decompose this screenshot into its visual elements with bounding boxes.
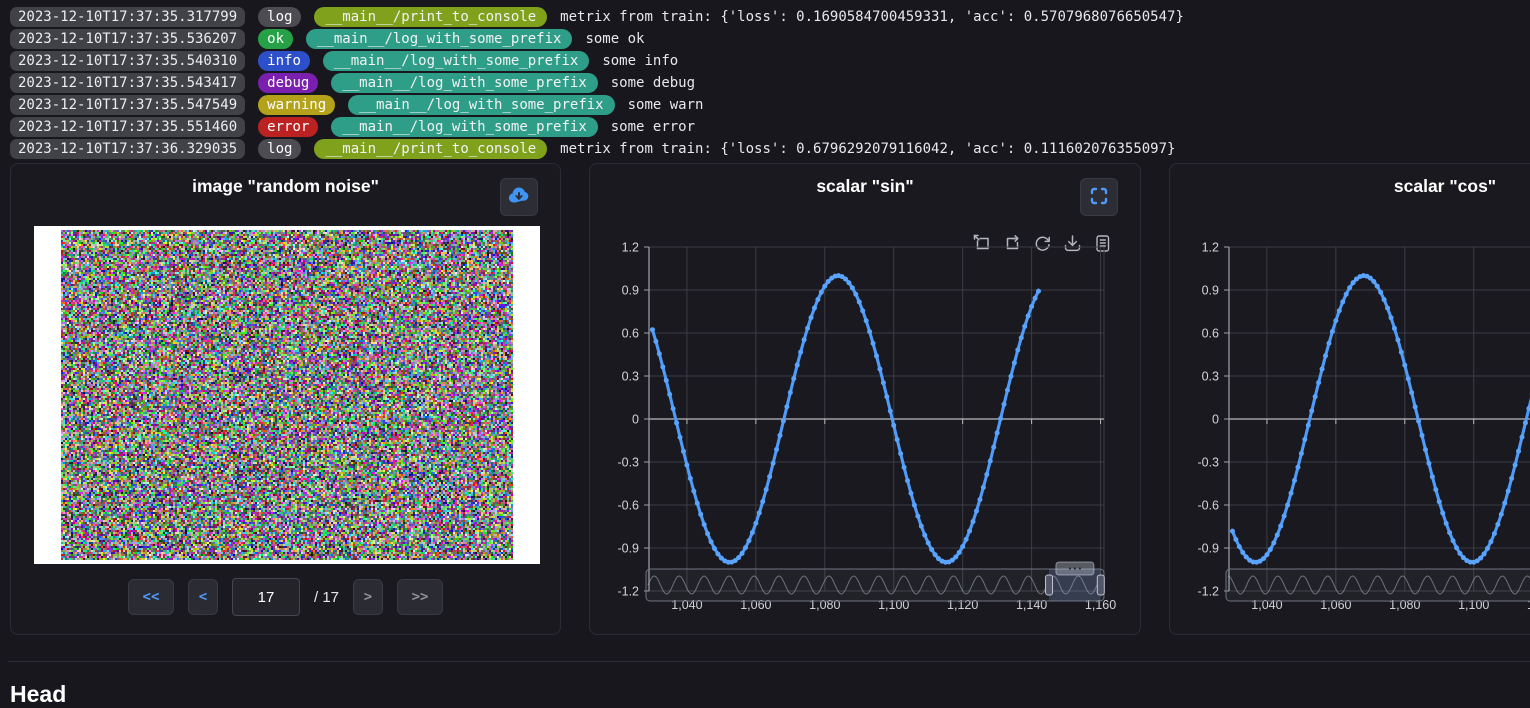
log-row: 2023-12-10T17:37:35.540310 info __main__/l…: [10, 51, 1530, 71]
log-message: some debug: [611, 75, 695, 91]
pager-total-label: / 17: [314, 589, 339, 606]
svg-text:1.2: 1.2: [1202, 241, 1219, 255]
download-image-button[interactable]: [500, 178, 538, 216]
log-level-badge: ok: [258, 29, 293, 49]
log-source-badge: __main__/log_with_some_prefix: [323, 51, 589, 71]
log-timestamp: 2023-12-10T17:37:35.317799: [10, 7, 245, 27]
log-message: some error: [611, 119, 695, 135]
log-level-badge: debug: [258, 73, 318, 93]
svg-text:-1.2: -1.2: [1197, 585, 1219, 599]
pager-last-button[interactable]: >>: [397, 579, 443, 615]
log-row-partial: [10, 0, 1530, 5]
svg-text:-1.2: -1.2: [617, 585, 639, 599]
svg-text:0.9: 0.9: [622, 284, 639, 298]
log-message: some info: [602, 53, 678, 69]
bottom-section-heading: Head: [10, 681, 66, 708]
log-level-badge: log: [258, 7, 301, 27]
svg-text:-0.3: -0.3: [1197, 456, 1219, 470]
svg-text:1.2: 1.2: [622, 241, 639, 255]
log-row: 2023-12-10T17:37:36.329035 log __main__/pr…: [10, 139, 1530, 159]
cloud-download-icon: [507, 185, 531, 210]
svg-text:0.3: 0.3: [1202, 370, 1219, 384]
log-console: 2023-12-10T17:37:35.317799 log __main__/pr…: [0, 0, 1530, 161]
log-row: 2023-12-10T17:37:35.317799 log __main__/pr…: [10, 7, 1530, 27]
log-row: 2023-12-10T17:37:35.551460 error __main__/…: [10, 117, 1530, 137]
svg-text:0: 0: [1212, 413, 1219, 427]
log-source-badge: __main__/log_with_some_prefix: [331, 73, 597, 93]
svg-text:-0.9: -0.9: [617, 542, 639, 556]
sin-scalar-card: scalar "sin": [589, 163, 1141, 635]
log-timestamp: 2023-12-10T17:37:35.540310: [10, 51, 245, 71]
pager-next-button[interactable]: >: [353, 579, 383, 615]
pager-prev-button[interactable]: <: [188, 579, 218, 615]
pager-page-input[interactable]: [232, 578, 300, 616]
log-source-badge: __main__/log_with_some_prefix: [306, 29, 572, 49]
log-timestamp: 2023-12-10T17:37:35.547549: [10, 95, 245, 115]
svg-text:0.3: 0.3: [622, 370, 639, 384]
log-level-badge: warning: [258, 95, 335, 115]
log-message: some warn: [628, 97, 704, 113]
random-noise-figure: [34, 226, 540, 564]
sin-chart-svg: 1.20.90.60.30-0.3-0.6-0.9-1.21,0401,0601…: [590, 164, 1142, 636]
svg-text:0: 0: [632, 413, 639, 427]
log-row: 2023-12-10T17:37:35.547549 warning __main_…: [10, 95, 1530, 115]
svg-text:-0.6: -0.6: [1197, 499, 1219, 513]
random-noise-image: [61, 230, 513, 560]
pager-first-button[interactable]: <<: [128, 579, 174, 615]
log-message: metrix from train: {'loss': 0.1690584700…: [560, 9, 1184, 25]
log-source-badge: __main__/print_to_console: [314, 139, 547, 159]
log-timestamp: 2023-12-10T17:37:35.536207: [10, 29, 245, 49]
datazoom-handle-left[interactable]: [1046, 575, 1053, 595]
section-divider: [8, 661, 1530, 662]
cos-chart-svg: 1.20.90.60.30-0.3-0.6-0.9-1.21,0401,0601…: [1170, 164, 1530, 636]
log-level-badge: info: [258, 51, 310, 71]
log-source-badge: __main__/print_to_console: [314, 7, 547, 27]
cos-scalar-card: scalar "cos" 1.20.90.60.30-0.3-0.6-0.9-1…: [1169, 163, 1530, 635]
svg-text:-0.6: -0.6: [617, 499, 639, 513]
svg-text:0.9: 0.9: [1202, 284, 1219, 298]
log-row: 2023-12-10T17:37:35.543417 debug __main__/…: [10, 73, 1530, 93]
log-timestamp: 2023-12-10T17:37:36.329035: [10, 139, 245, 159]
page: { "page": { "bg": "#17171d", "section_he…: [0, 0, 1530, 697]
image-card-title: image "random noise": [11, 176, 560, 197]
svg-text:-0.3: -0.3: [617, 456, 639, 470]
datazoom-handle-right[interactable]: [1097, 575, 1104, 595]
log-timestamp: 2023-12-10T17:37:35.551460: [10, 117, 245, 137]
log-level-badge: log: [258, 139, 301, 159]
log-level-badge: error: [258, 117, 318, 137]
log-source-badge: __main__/log_with_some_prefix: [331, 117, 597, 137]
log-message: some ok: [585, 31, 644, 47]
log-row: 2023-12-10T17:37:35.536207 ok __main__/log…: [10, 29, 1530, 49]
image-card: image "random noise" << < / 17 > >>: [10, 163, 561, 635]
svg-text:-0.9: -0.9: [1197, 542, 1219, 556]
log-message: metrix from train: {'loss': 0.6796292079…: [560, 141, 1175, 157]
log-timestamp: 2023-12-10T17:37:35.543417: [10, 73, 245, 93]
log-source-badge: __main__/log_with_some_prefix: [348, 95, 614, 115]
svg-text:0.6: 0.6: [622, 327, 639, 341]
svg-text:0.6: 0.6: [1202, 327, 1219, 341]
image-pager: << < / 17 > >>: [11, 578, 560, 616]
